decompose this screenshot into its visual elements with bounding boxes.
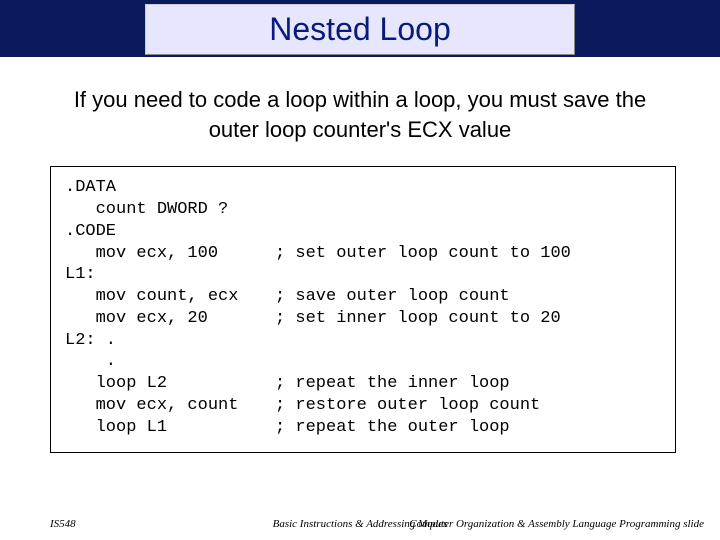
slide-title: Nested Loop bbox=[146, 11, 574, 48]
code-comment: ; repeat the outer loop bbox=[275, 418, 510, 437]
code-line: .CODE bbox=[65, 221, 661, 243]
code-instr: loop L1 bbox=[65, 417, 275, 439]
code-comment: ; save outer loop count bbox=[275, 287, 510, 306]
code-comment: ; repeat the inner loop bbox=[275, 374, 510, 393]
code-comment: ; restore outer loop count bbox=[275, 396, 540, 415]
code-instr: loop L2 bbox=[65, 373, 275, 395]
code-instr: mov ecx, count bbox=[65, 395, 275, 417]
code-instr: mov count, ecx bbox=[65, 286, 275, 308]
code-line: mov ecx, count; restore outer loop count bbox=[65, 395, 661, 417]
code-line: mov ecx, 100; set outer loop count to 10… bbox=[65, 243, 661, 265]
code-instr: mov ecx, 20 bbox=[65, 308, 275, 330]
code-line: . bbox=[65, 351, 661, 373]
code-line: mov ecx, 20; set inner loop count to 20 bbox=[65, 308, 661, 330]
code-comment: ; set inner loop count to 20 bbox=[275, 309, 561, 328]
code-line: L2: . bbox=[65, 330, 661, 352]
code-box: .DATA count DWORD ? .CODE mov ecx, 100; … bbox=[50, 166, 676, 453]
code-line: count DWORD ? bbox=[65, 199, 661, 221]
code-comment: ; set outer loop count to 100 bbox=[275, 244, 571, 263]
code-instr: mov ecx, 100 bbox=[65, 243, 275, 265]
code-line: .DATA bbox=[65, 177, 661, 199]
code-line: loop L2; repeat the inner loop bbox=[65, 373, 661, 395]
title-box: Nested Loop bbox=[145, 4, 575, 55]
title-bar: Nested Loop bbox=[0, 0, 720, 57]
code-line: L1: bbox=[65, 264, 661, 286]
slide-root: Nested Loop If you need to code a loop w… bbox=[0, 0, 720, 540]
slide-body-text: If you need to code a loop within a loop… bbox=[50, 85, 670, 144]
code-line: loop L1; repeat the outer loop bbox=[65, 417, 661, 439]
footer-right: Computer Organization & Assembly Languag… bbox=[409, 518, 704, 530]
code-line: mov count, ecx; save outer loop count bbox=[65, 286, 661, 308]
